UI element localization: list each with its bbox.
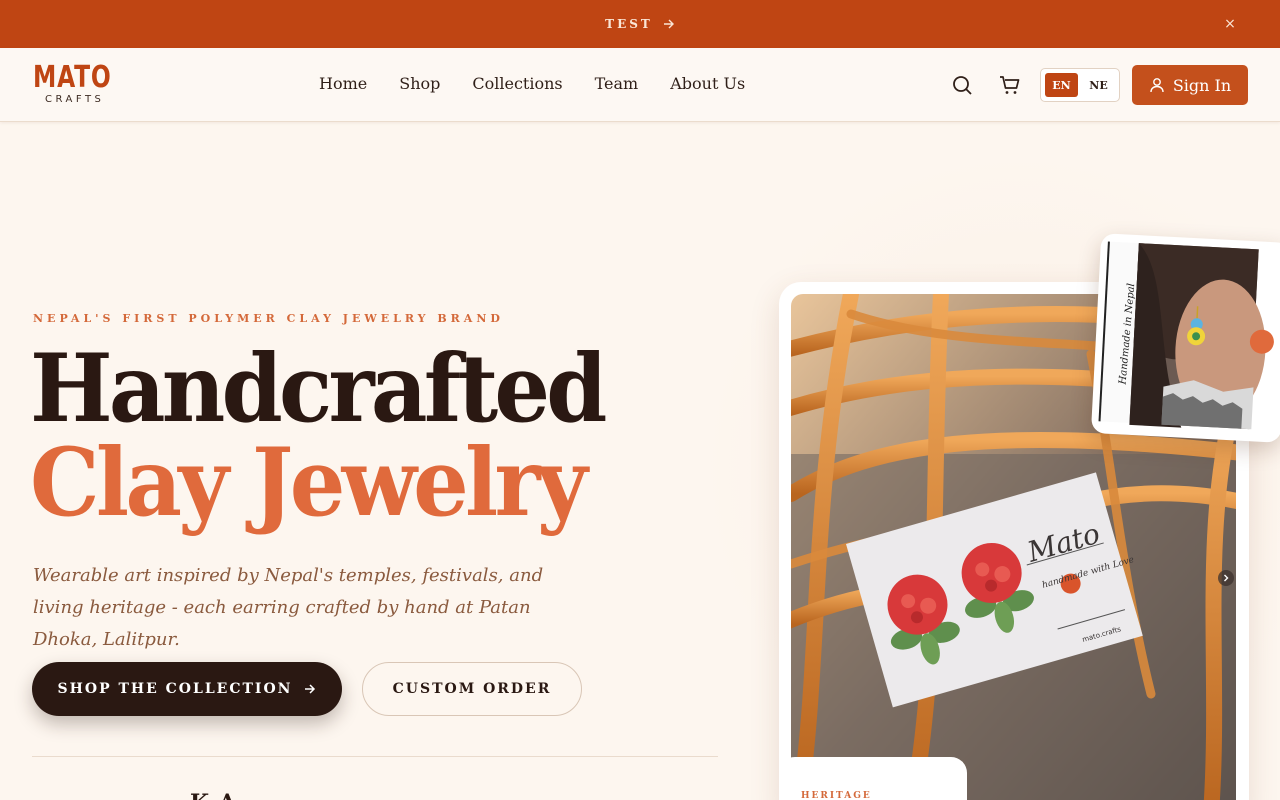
hero-divider [32, 756, 718, 757]
nav-item-about[interactable]: About Us [670, 74, 745, 93]
heritage-badge-card: HERITAGE [779, 757, 967, 800]
sign-in-button[interactable]: Sign In [1132, 65, 1248, 105]
search-icon[interactable] [951, 74, 973, 96]
site-header: MATO CRAFTS Home Shop Collections Team A… [0, 48, 1280, 122]
hero-kicker: NEPAL'S FIRST POLYMER CLAY JEWELRY BRAND [33, 312, 504, 325]
logo-main: MATO [33, 60, 112, 95]
cart-icon[interactable] [999, 74, 1021, 96]
model-earring-image: Handmade in Nepal [1098, 241, 1274, 430]
hero-subtext: Wearable art inspired by Nepal's temples… [33, 565, 544, 650]
carousel-next-button[interactable] [1218, 570, 1234, 586]
language-switcher: EN NE [1040, 68, 1120, 102]
hero-title-line2: Clay Jewelry [30, 428, 588, 538]
shop-collection-button[interactable]: SHOP THE COLLECTION [32, 662, 342, 716]
main-nav: Home Shop Collections Team About Us [319, 74, 745, 93]
arrow-right-icon [663, 19, 674, 29]
announcement-link[interactable]: TEST [605, 17, 675, 31]
announcement-bar: TEST × [0, 0, 1280, 48]
thumbnail-card: Handmade in Nepal [1090, 233, 1280, 443]
close-icon[interactable]: × [1220, 14, 1240, 34]
chevron-right-icon [1224, 574, 1229, 582]
announcement-text: TEST [605, 17, 653, 31]
arrow-right-icon [305, 684, 316, 694]
sign-in-label: Sign In [1172, 75, 1232, 95]
heritage-badge: HERITAGE [801, 791, 872, 800]
logo[interactable]: MATO CRAFTS [33, 62, 113, 110]
user-icon [1150, 78, 1164, 93]
hero-title-line1: Handcrafted [30, 334, 607, 444]
nav-item-team[interactable]: Team [595, 74, 639, 93]
nav-item-shop[interactable]: Shop [399, 74, 440, 93]
stats-peek-text: K A [190, 790, 237, 800]
shop-collection-label: SHOP THE COLLECTION [57, 681, 293, 697]
lang-en-button[interactable]: EN [1045, 73, 1078, 97]
custom-order-label: CUSTOM ORDER [392, 681, 552, 697]
custom-order-button[interactable]: CUSTOM ORDER [362, 662, 582, 716]
lang-ne-button[interactable]: NE [1082, 73, 1115, 97]
nav-item-collections[interactable]: Collections [472, 74, 562, 93]
nav-item-home[interactable]: Home [319, 74, 367, 93]
logo-sub: CRAFTS [45, 94, 105, 105]
